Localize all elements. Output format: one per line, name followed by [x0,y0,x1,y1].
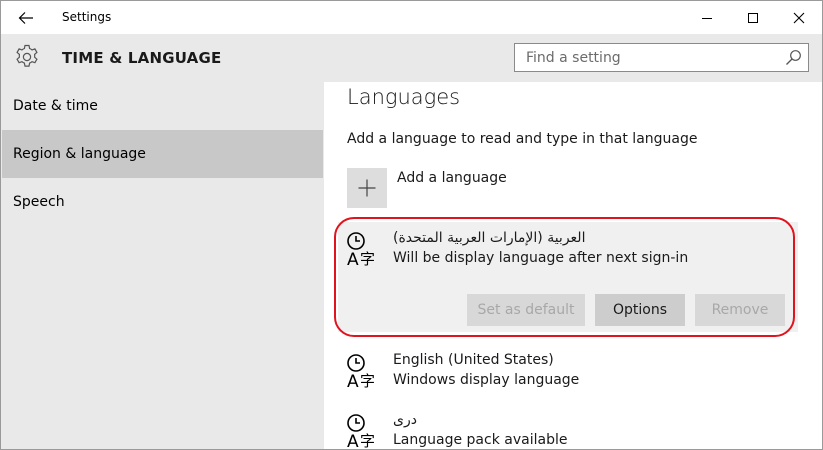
search-box[interactable] [514,43,809,72]
sidebar-item-date-time[interactable]: Date & time [2,82,323,130]
back-button[interactable] [9,5,43,31]
set-as-default-button[interactable]: Set as default [467,294,585,326]
gear-icon [16,44,38,67]
language-item-arabic-uae[interactable]: A 字 العربية (الإمارات العربية المتحدة) W… [338,222,798,332]
language-name: درى [393,412,417,428]
minimize-button[interactable] [684,1,730,34]
settings-header: TIME & LANGUAGE [1,34,822,82]
svg-text:A: A [347,432,359,450]
settings-window: Settings TIME & LANGUAGE Find a setting … [0,0,823,450]
language-name: العربية (الإمارات العربية المتحدة) [393,230,586,246]
options-button[interactable]: Options [595,294,685,326]
page-section-title: TIME & LANGUAGE [62,49,222,67]
languages-heading: Languages [347,85,461,109]
language-name: English (United States) [393,352,554,368]
language-status: Windows display language [393,372,580,388]
main-content: Languages Add a language to read and typ… [324,82,822,450]
language-item-english-us[interactable]: A 字 English (United States) Windows disp… [338,344,798,400]
sidebar-item-label: Region & language [13,146,146,162]
language-item-dari[interactable]: A 字 درى Language pack available [338,404,798,450]
add-language-label: Add a language [397,170,507,186]
sidebar-item-region-language[interactable]: Region & language [2,130,323,178]
plus-icon [358,179,376,197]
close-icon [793,12,805,23]
svg-text:字: 字 [360,432,375,450]
sidebar-item-label: Date & time [13,98,98,114]
search-icon[interactable] [785,49,802,66]
sidebar-item-speech[interactable]: Speech [2,178,323,226]
maximize-icon [748,12,758,23]
sidebar-item-label: Speech [13,194,65,210]
languages-description: Add a language to read and type in that … [347,131,698,147]
language-icon: A 字 [347,232,375,269]
window-title: Settings [62,10,112,24]
svg-text:A: A [347,372,359,391]
back-arrow-icon [18,12,33,24]
minimize-icon [702,17,712,19]
maximize-button[interactable] [730,1,776,34]
language-status: Will be display language after next sign… [393,250,689,266]
svg-text:字: 字 [360,372,375,390]
remove-button[interactable]: Remove [695,294,785,326]
sidebar: Date & time Region & language Speech [1,82,324,449]
svg-text:字: 字 [360,250,375,268]
title-bar: Settings [1,1,822,34]
close-button[interactable] [776,1,822,34]
language-icon: A 字 [347,414,375,450]
add-language-tile[interactable] [347,168,387,208]
search-input[interactable] [515,44,770,71]
svg-text:A: A [347,250,359,269]
language-status: Language pack available [393,432,568,448]
language-icon: A 字 [347,354,375,391]
